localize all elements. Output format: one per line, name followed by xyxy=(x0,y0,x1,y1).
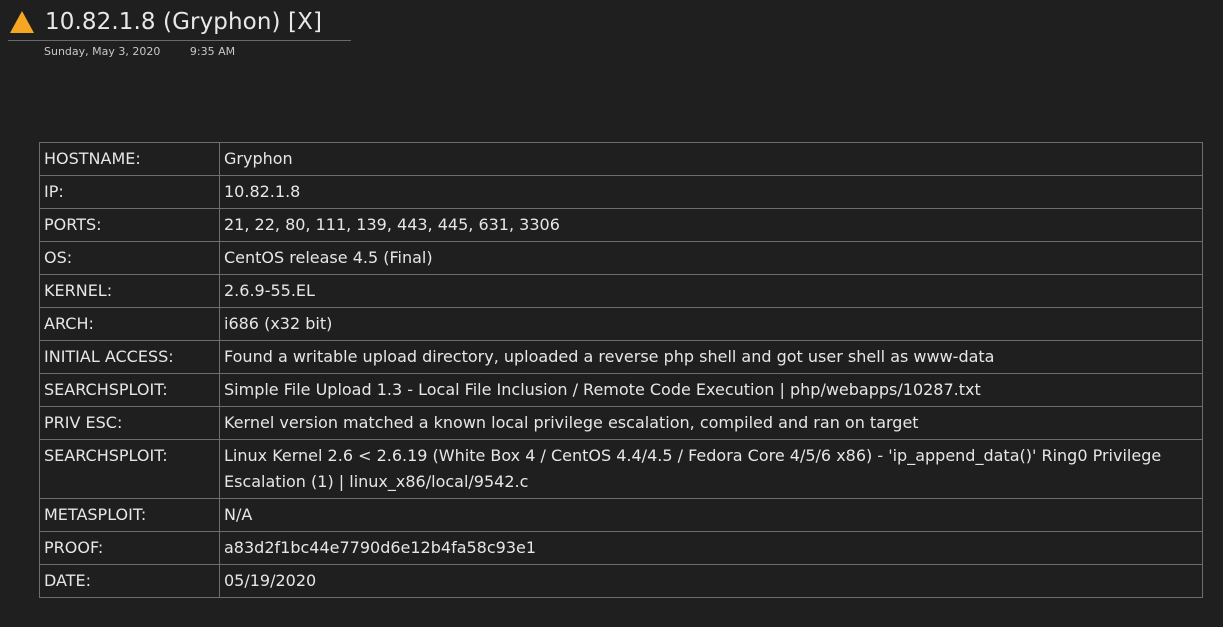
row-label[interactable]: SEARCHSPLOIT: xyxy=(39,439,220,499)
row-value[interactable]: a83d2f1bc44e7790d6e12b4fa58c93e1 xyxy=(219,531,1203,565)
row-value[interactable]: Kernel version matched a known local pri… xyxy=(219,406,1203,440)
row-label[interactable]: INITIAL ACCESS: xyxy=(39,340,220,374)
table-row[interactable]: KERNEL: 2.6.9-55.EL xyxy=(39,274,1203,308)
table-row[interactable]: SEARCHSPLOIT: Simple File Upload 1.3 - L… xyxy=(39,373,1203,407)
row-value[interactable]: Linux Kernel 2.6 < 2.6.19 (White Box 4 /… xyxy=(219,439,1203,499)
row-value[interactable]: i686 (x32 bit) xyxy=(219,307,1203,341)
machine-info-table[interactable]: HOSTNAME: Gryphon IP: 10.82.1.8 PORTS: 2… xyxy=(39,142,1203,598)
row-label[interactable]: DATE: xyxy=(39,564,220,598)
table-row[interactable]: SEARCHSPLOIT: Linux Kernel 2.6 < 2.6.19 … xyxy=(39,439,1203,499)
row-value[interactable]: Gryphon xyxy=(219,142,1203,176)
page-timestamp: Sunday, May 3, 2020 9:35 AM xyxy=(44,45,235,58)
row-label[interactable]: OS: xyxy=(39,241,220,275)
table-row[interactable]: ARCH: i686 (x32 bit) xyxy=(39,307,1203,341)
table-row[interactable]: DATE: 05/19/2020 xyxy=(39,564,1203,598)
table-row[interactable]: INITIAL ACCESS: Found a writable upload … xyxy=(39,340,1203,374)
row-label[interactable]: PROOF: xyxy=(39,531,220,565)
table-row[interactable]: OS: CentOS release 4.5 (Final) xyxy=(39,241,1203,275)
row-value[interactable]: 21, 22, 80, 111, 139, 443, 445, 631, 330… xyxy=(219,208,1203,242)
row-label[interactable]: ARCH: xyxy=(39,307,220,341)
warning-triangle-icon xyxy=(10,11,34,33)
row-label[interactable]: KERNEL: xyxy=(39,274,220,308)
page-date: Sunday, May 3, 2020 xyxy=(44,45,161,58)
table-row[interactable]: METASPLOIT: N/A xyxy=(39,498,1203,532)
row-value[interactable]: Simple File Upload 1.3 - Local File Incl… xyxy=(219,373,1203,407)
table-row[interactable]: IP: 10.82.1.8 xyxy=(39,175,1203,209)
page-time: 9:35 AM xyxy=(189,45,236,58)
row-value[interactable]: Found a writable upload directory, uploa… xyxy=(219,340,1203,374)
table-row[interactable]: HOSTNAME: Gryphon xyxy=(39,142,1203,176)
page-title[interactable]: 10.82.1.8 (Gryphon) [X] xyxy=(45,9,322,35)
row-value[interactable]: 10.82.1.8 xyxy=(219,175,1203,209)
page-title-bar: 10.82.1.8 (Gryphon) [X] xyxy=(8,4,351,41)
row-label[interactable]: PRIV ESC: xyxy=(39,406,220,440)
row-label[interactable]: HOSTNAME: xyxy=(39,142,220,176)
table-row[interactable]: PORTS: 21, 22, 80, 111, 139, 443, 445, 6… xyxy=(39,208,1203,242)
table-row[interactable]: PRIV ESC: Kernel version matched a known… xyxy=(39,406,1203,440)
row-label[interactable]: IP: xyxy=(39,175,220,209)
row-label[interactable]: METASPLOIT: xyxy=(39,498,220,532)
row-value[interactable]: 2.6.9-55.EL xyxy=(219,274,1203,308)
row-value[interactable]: N/A xyxy=(219,498,1203,532)
row-value[interactable]: CentOS release 4.5 (Final) xyxy=(219,241,1203,275)
row-label[interactable]: PORTS: xyxy=(39,208,220,242)
table-row[interactable]: PROOF: a83d2f1bc44e7790d6e12b4fa58c93e1 xyxy=(39,531,1203,565)
row-label[interactable]: SEARCHSPLOIT: xyxy=(39,373,220,407)
row-value[interactable]: 05/19/2020 xyxy=(219,564,1203,598)
